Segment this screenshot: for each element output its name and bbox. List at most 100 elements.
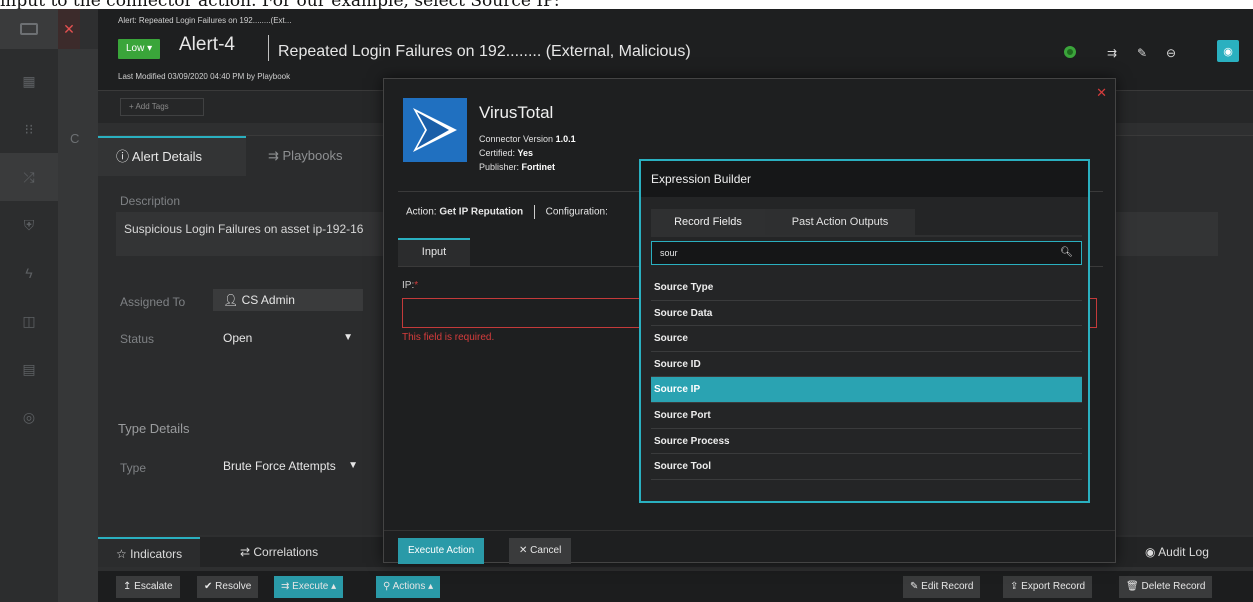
shield-icon[interactable]: ⛨ <box>0 201 58 249</box>
description-label: Description <box>120 194 181 208</box>
actions-label: Actions <box>392 581 426 592</box>
left-nav-rail: ▦ ⁝⁝ ⤮ ⛨ ϟ ◫ ▤ ◎ <box>0 9 58 602</box>
star-icon: ☆ <box>116 547 131 561</box>
collaboration-icon[interactable]: ◉ <box>1217 40 1239 62</box>
resolve-button[interactable]: ✔ Resolve <box>197 576 259 598</box>
user-icon: 👤︎ <box>223 293 242 307</box>
list-item[interactable]: Source Tool <box>651 454 1082 480</box>
list-item[interactable]: Source Port <box>651 403 1082 429</box>
export-record-label: Export Record <box>1021 581 1086 592</box>
escalate-button[interactable]: ↥ Escalate <box>116 576 180 598</box>
queue-icon[interactable]: ⁝⁝ <box>0 105 58 153</box>
header-divider <box>268 35 269 61</box>
publisher-value: Fortinet <box>521 162 556 172</box>
playbook-icon: ⇉ <box>281 581 293 592</box>
alert-title: Repeated Login Failures on 192........ (… <box>278 43 691 60</box>
execute-label: Execute <box>292 581 329 592</box>
close-icon[interactable]: ✕ <box>1096 85 1107 101</box>
tab-audit-log-label: Audit Log <box>1158 545 1209 559</box>
list-item[interactable]: Source ID <box>651 352 1082 378</box>
assigned-to-field[interactable]: 👤︎ CS Admin <box>213 289 363 311</box>
list-item[interactable]: Source Data <box>651 301 1082 327</box>
list-item[interactable]: Source Type <box>651 275 1082 301</box>
delete-record-button[interactable]: 🗑︎ Delete Record <box>1119 576 1213 598</box>
status-select[interactable]: Open ▼ <box>213 327 363 349</box>
connector-version: Connector Version 1.0.1 <box>479 134 576 144</box>
playbook-icon[interactable]: ⇉ <box>1101 42 1123 64</box>
required-mark: * <box>414 280 419 291</box>
resolve-label: Resolve <box>215 581 252 592</box>
description-value: Suspicious Login Failures on asset ip-19… <box>124 222 364 236</box>
tab-indicators[interactable]: ☆ Indicators <box>98 537 201 567</box>
chevron-up-icon: ▴ <box>328 581 337 592</box>
tab-audit-log[interactable]: ◉ Audit Log <box>1145 537 1209 567</box>
tab-past-action-outputs[interactable]: Past Action Outputs <box>765 209 915 235</box>
execute-button[interactable]: ⇉ Execute ▴ <box>274 576 344 598</box>
status-label: Status <box>120 332 155 346</box>
connector-certified: Certified: Yes <box>479 148 533 158</box>
tab-input[interactable]: Input <box>398 238 470 266</box>
edit-record-button[interactable]: ✎ Edit Record <box>903 576 981 598</box>
tab-alert-details[interactable]: ⓘ Alert Details <box>98 136 246 176</box>
close-icon: ✕ <box>519 545 531 556</box>
tab-record-fields[interactable]: Record Fields <box>651 209 765 235</box>
search-icon: 🔍︎ <box>1060 247 1073 258</box>
chevron-down-icon: ▾ <box>147 43 153 54</box>
add-tags-button[interactable]: + Add Tags <box>120 98 204 116</box>
dashboard-icon[interactable]: ▦ <box>0 57 58 105</box>
tab-playbooks[interactable]: ⇉ Playbooks <box>248 136 343 176</box>
chart-icon[interactable]: ▤ <box>0 345 58 393</box>
action-bar: ↥ Escalate ✔ Resolve ⇉ Execute ▴ ⚲ Actio… <box>98 571 1253 602</box>
box-icon[interactable]: ◫ <box>0 297 58 345</box>
export-icon: ⇪ <box>1010 581 1022 592</box>
pencil-icon[interactable]: ✎ <box>1131 42 1153 64</box>
export-record-button[interactable]: ⇪ Export Record <box>1003 576 1093 598</box>
ip-field-label: IP:* <box>402 280 418 291</box>
list-item[interactable]: Source Process <box>651 429 1082 455</box>
check-icon: ✔ <box>204 581 216 592</box>
type-select[interactable]: Brute Force Attempts ▼ <box>213 455 368 477</box>
expression-builder-popup: Expression Builder Record Fields Past Ac… <box>639 159 1090 503</box>
breadcrumb: Alert: Repeated Login Failures on 192...… <box>118 16 292 25</box>
edit-record-label: Edit Record <box>921 581 974 592</box>
page-caption: input to the connector action. For our e… <box>0 0 1253 9</box>
severity-dropdown[interactable]: Low ▾ <box>118 39 161 59</box>
tab-correlations[interactable]: ⇄ Correlations <box>240 537 318 567</box>
swap-icon: ⇄ <box>240 545 254 559</box>
help-icon[interactable]: ◎ <box>0 393 58 441</box>
field-list: Source Type Source Data Source Source ID… <box>651 275 1082 480</box>
escalate-label: Escalate <box>134 581 173 592</box>
modal-footer: Execute Action ✕ Cancel <box>384 530 1115 564</box>
trash-icon: 🗑︎ <box>1126 581 1142 592</box>
bolt-icon[interactable]: ϟ <box>0 249 58 297</box>
list-item-selected[interactable]: Source IP <box>651 377 1082 403</box>
certified-label: Certified: <box>479 148 516 158</box>
chevron-up-icon: ▴ <box>425 581 434 592</box>
action-label: Action: <box>406 206 437 218</box>
eye-icon: ◉ <box>1145 545 1159 559</box>
connector-name: VirusTotal <box>479 103 554 122</box>
action-selector[interactable]: Action: Get IP Reputation Configuration: <box>406 205 608 219</box>
link-icon[interactable]: ⊖ <box>1160 42 1182 64</box>
ip-error-message: This field is required. <box>402 332 495 343</box>
list-item[interactable]: Source <box>651 326 1082 352</box>
chevron-down-icon: ▼ <box>343 332 353 343</box>
alert-id: Alert-4 <box>179 34 235 55</box>
field-search-input[interactable]: sour 🔍︎ <box>651 241 1082 265</box>
search-value: sour <box>660 248 678 258</box>
execute-action-button[interactable]: Execute Action <box>398 538 485 564</box>
edit-icon: ✎ <box>910 581 922 592</box>
cancel-button[interactable]: ✕ Cancel <box>509 538 572 564</box>
tab-correlations-label: Correlations <box>253 545 319 559</box>
version-label: Connector Version <box>479 134 554 144</box>
app-window: ▦ ⁝⁝ ⤮ ⛨ ϟ ◫ ▤ ◎ ✕ C Alert: Repeated Log… <box>0 9 1253 602</box>
type-value: Brute Force Attempts <box>223 459 336 473</box>
action-value: Get IP Reputation <box>439 206 524 218</box>
rail-icons: ▦ ⁝⁝ ⤮ ⛨ ϟ ◫ ▤ ◎ <box>0 57 58 441</box>
actions-button[interactable]: ⚲ Actions ▴ <box>376 576 441 598</box>
connector-publisher: Publisher: Fortinet <box>479 162 555 172</box>
publisher-label: Publisher: <box>479 162 520 172</box>
chevron-down-icon: ▼ <box>348 460 358 471</box>
close-record-icon[interactable]: ✕ <box>58 9 80 49</box>
shuffle-icon[interactable]: ⤮ <box>0 153 58 201</box>
